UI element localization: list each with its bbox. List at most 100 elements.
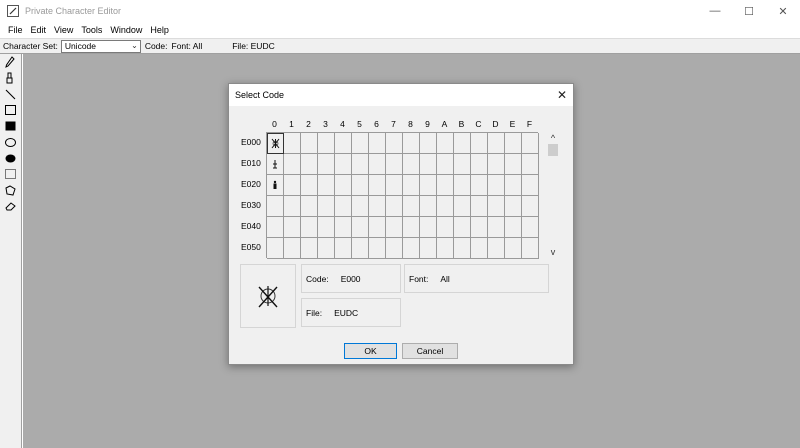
- code-cell[interactable]: [318, 175, 335, 196]
- freeform-selection-icon[interactable]: [0, 182, 20, 198]
- menu-help[interactable]: Help: [146, 25, 173, 35]
- menu-edit[interactable]: Edit: [27, 25, 51, 35]
- code-cell[interactable]: [403, 154, 420, 175]
- code-cell[interactable]: [369, 154, 386, 175]
- cancel-button[interactable]: Cancel: [402, 343, 458, 359]
- pencil-icon[interactable]: [0, 54, 20, 70]
- code-cell[interactable]: [471, 175, 488, 196]
- code-cell[interactable]: [352, 133, 369, 154]
- code-cell[interactable]: [369, 217, 386, 238]
- code-cell[interactable]: [488, 175, 505, 196]
- code-cell[interactable]: [318, 238, 335, 259]
- code-cell[interactable]: [352, 238, 369, 259]
- code-cell[interactable]: [454, 238, 471, 259]
- code-cell[interactable]: [318, 217, 335, 238]
- scroll-thumb[interactable]: [548, 144, 558, 156]
- menu-window[interactable]: Window: [106, 25, 146, 35]
- code-cell[interactable]: [284, 133, 301, 154]
- code-cell[interactable]: [335, 196, 352, 217]
- grid-scrollbar[interactable]: ^ v: [547, 132, 559, 258]
- code-cell[interactable]: [267, 238, 284, 259]
- code-cell[interactable]: [454, 217, 471, 238]
- code-cell[interactable]: [284, 196, 301, 217]
- close-button[interactable]: ✕: [766, 0, 800, 22]
- code-cell[interactable]: [352, 196, 369, 217]
- code-cell[interactable]: [267, 217, 284, 238]
- code-cell[interactable]: [301, 196, 318, 217]
- code-cell[interactable]: [352, 217, 369, 238]
- code-cell[interactable]: [301, 175, 318, 196]
- eraser-icon[interactable]: [0, 198, 20, 214]
- code-cell[interactable]: [403, 175, 420, 196]
- code-cell[interactable]: [471, 133, 488, 154]
- code-cell[interactable]: [437, 133, 454, 154]
- line-icon[interactable]: [0, 86, 20, 102]
- code-cell[interactable]: [505, 175, 522, 196]
- scroll-up-icon[interactable]: ^: [547, 132, 559, 144]
- code-cell[interactable]: [335, 238, 352, 259]
- code-cell[interactable]: [522, 154, 539, 175]
- code-cell[interactable]: [454, 175, 471, 196]
- code-cell[interactable]: [437, 196, 454, 217]
- code-cell[interactable]: [301, 154, 318, 175]
- code-cell[interactable]: [488, 217, 505, 238]
- code-cell[interactable]: [505, 133, 522, 154]
- code-cell[interactable]: [318, 196, 335, 217]
- code-cell[interactable]: [369, 238, 386, 259]
- code-cell[interactable]: [420, 196, 437, 217]
- minimize-button[interactable]: —: [698, 0, 732, 22]
- code-cell[interactable]: [386, 217, 403, 238]
- code-cell[interactable]: [505, 196, 522, 217]
- code-cell[interactable]: [352, 175, 369, 196]
- code-cell[interactable]: [403, 217, 420, 238]
- code-cell[interactable]: [420, 133, 437, 154]
- code-cell[interactable]: [522, 133, 539, 154]
- code-cell[interactable]: [369, 196, 386, 217]
- code-cell[interactable]: [522, 217, 539, 238]
- code-cell[interactable]: [284, 154, 301, 175]
- hollow-rectangle-icon[interactable]: [0, 102, 20, 118]
- code-cell[interactable]: [437, 175, 454, 196]
- code-cell[interactable]: [454, 133, 471, 154]
- code-cell[interactable]: [488, 196, 505, 217]
- code-cell[interactable]: [335, 154, 352, 175]
- code-cell[interactable]: [318, 133, 335, 154]
- code-cell[interactable]: [505, 154, 522, 175]
- code-cell[interactable]: [420, 238, 437, 259]
- filled-rectangle-icon[interactable]: [0, 118, 20, 134]
- hollow-ellipse-icon[interactable]: [0, 134, 20, 150]
- menu-view[interactable]: View: [50, 25, 77, 35]
- code-cell[interactable]: [522, 238, 539, 259]
- code-cell[interactable]: [437, 217, 454, 238]
- code-cell[interactable]: [386, 238, 403, 259]
- code-cell[interactable]: [522, 175, 539, 196]
- code-cell[interactable]: [335, 217, 352, 238]
- maximize-button[interactable]: ☐: [732, 0, 766, 22]
- code-cell[interactable]: [471, 238, 488, 259]
- code-cell[interactable]: [318, 154, 335, 175]
- code-cell[interactable]: [437, 154, 454, 175]
- code-cell[interactable]: [488, 154, 505, 175]
- code-cell[interactable]: [403, 133, 420, 154]
- menu-tools[interactable]: Tools: [77, 25, 106, 35]
- menu-file[interactable]: File: [4, 25, 27, 35]
- code-cell[interactable]: [386, 196, 403, 217]
- code-cell[interactable]: [454, 196, 471, 217]
- code-cell[interactable]: [284, 175, 301, 196]
- code-cell[interactable]: [335, 133, 352, 154]
- brush-icon[interactable]: [0, 70, 20, 86]
- code-cell[interactable]: [301, 133, 318, 154]
- code-cell[interactable]: [386, 154, 403, 175]
- code-cell[interactable]: [505, 238, 522, 259]
- dialog-close-icon[interactable]: ✕: [557, 88, 567, 102]
- code-cell[interactable]: [454, 154, 471, 175]
- code-cell[interactable]: [386, 133, 403, 154]
- code-cell[interactable]: [352, 154, 369, 175]
- code-cell[interactable]: [522, 196, 539, 217]
- code-cell[interactable]: [386, 175, 403, 196]
- code-cell[interactable]: [369, 133, 386, 154]
- ok-button[interactable]: OK: [344, 343, 397, 359]
- code-cell[interactable]: [267, 175, 284, 196]
- charset-select[interactable]: Unicode ⌄: [60, 39, 141, 53]
- code-cell[interactable]: [284, 217, 301, 238]
